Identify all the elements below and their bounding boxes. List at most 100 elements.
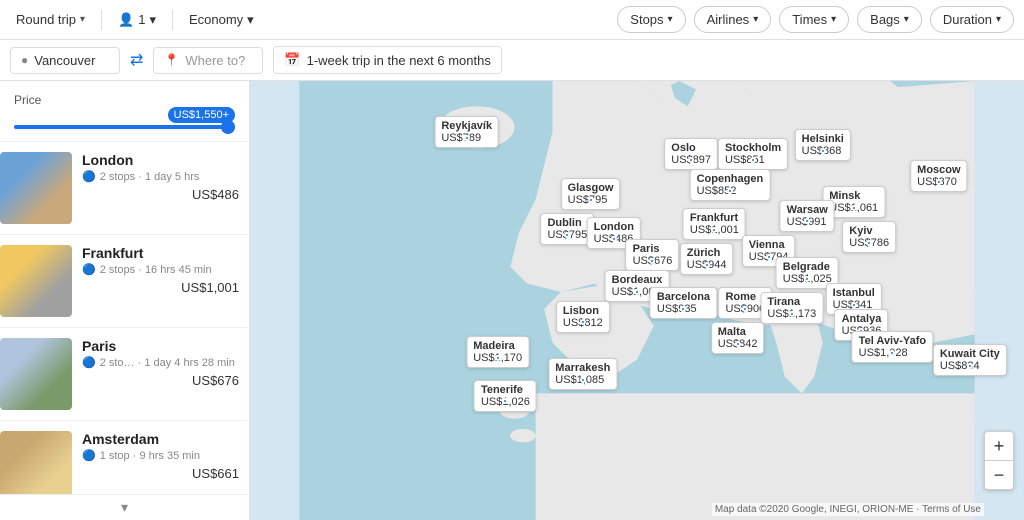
stops-filter-button[interactable]: Stops ▾: [617, 6, 685, 33]
map-label-lisbon[interactable]: Lisbon US$812: [556, 301, 610, 333]
map-label-barcelona[interactable]: Barcelona US$935: [650, 287, 717, 319]
swap-icon[interactable]: ⇄: [130, 50, 143, 70]
map-dot-malta: [735, 341, 741, 347]
map-city-name-bordeaux: Bordeaux: [612, 274, 663, 286]
map-city-name-zurich: Zürich: [687, 247, 727, 259]
map-dot-dublin: [564, 232, 570, 238]
stops-chevron-icon: ▾: [668, 14, 673, 25]
bags-chevron-icon: ▾: [904, 14, 909, 25]
map-dot-belgrade: [804, 276, 810, 282]
map-label-madeira[interactable]: Madeira US$1,170: [466, 336, 529, 368]
map-label-paris[interactable]: Paris US$676: [626, 239, 680, 271]
map-city-name-reykjavik: Reykjavík: [441, 120, 492, 132]
stops-icon-london: 🔵: [82, 170, 96, 183]
zoom-in-button[interactable]: +: [985, 432, 1013, 460]
map-label-glasgow[interactable]: Glasgow US$795: [561, 178, 621, 210]
map-label-frankfurt[interactable]: Frankfurt US$1,001: [683, 208, 746, 240]
date-label: 1-week trip in the next 6 months: [307, 53, 491, 68]
map-label-marrakesh[interactable]: Marrakesh US$1,085: [548, 358, 617, 390]
flight-price-amsterdam: US$661: [82, 466, 239, 481]
map-label-tirana[interactable]: Tirana US$1,173: [760, 292, 823, 324]
map-label-helsinki[interactable]: Helsinki US$868: [795, 129, 851, 161]
map-city-name-malta: Malta: [718, 326, 758, 338]
map-city-name-kuwait-city: Kuwait City: [940, 348, 1000, 360]
map-label-stockholm[interactable]: Stockholm US$851: [718, 138, 788, 170]
stops-icon-frankfurt: 🔵: [82, 263, 96, 276]
origin-input[interactable]: ● Vancouver: [10, 47, 120, 74]
flight-city-paris: Paris: [82, 338, 239, 354]
flight-meta-amsterdam: 🔵 1 stop · 9 hrs 35 min: [82, 449, 239, 462]
left-panel: Price US$1,550+ London 🔵 2 stops · 1 day…: [0, 81, 250, 520]
map-label-copenhagen[interactable]: Copenhagen US$852: [690, 169, 771, 201]
map-dot-barcelona: [680, 306, 686, 312]
trip-type-button[interactable]: Round trip ▾: [10, 8, 91, 31]
map-dot-lisbon: [580, 319, 586, 325]
map-dot-marrakesh: [580, 377, 586, 383]
map-label-malta[interactable]: Malta US$842: [711, 322, 765, 354]
map-dot-kyiv: [866, 240, 872, 246]
origin-value: Vancouver: [34, 53, 95, 68]
airlines-filter-button[interactable]: Airlines ▾: [694, 6, 772, 33]
flight-item-amsterdam[interactable]: Amsterdam 🔵 1 stop · 9 hrs 35 min US$661: [0, 421, 249, 494]
duration-filter-button[interactable]: Duration ▾: [930, 6, 1014, 33]
map-dot-frankfurt: [711, 227, 717, 233]
zoom-controls: + −: [984, 431, 1014, 490]
class-button[interactable]: Economy ▾: [183, 8, 260, 32]
scroll-down-indicator[interactable]: ▾: [0, 494, 249, 520]
zoom-out-button[interactable]: −: [985, 461, 1013, 489]
destination-pin-icon: 📍: [164, 53, 179, 67]
map-city-name-minsk: Minsk: [829, 190, 878, 202]
times-label: Times: [792, 12, 827, 27]
flight-item-paris[interactable]: Paris 🔵 2 sto… · 1 day 4 hrs 28 min US$6…: [0, 328, 249, 421]
slider-thumb[interactable]: [221, 120, 235, 134]
destination-placeholder: Where to?: [185, 53, 245, 68]
map-dot-stockholm: [750, 157, 756, 163]
map-city-name-helsinki: Helsinki: [802, 133, 844, 145]
stops-value-amsterdam: 1 stop · 9 hrs 35 min: [100, 450, 200, 462]
flight-item-frankfurt[interactable]: Frankfurt 🔵 2 stops · 16 hrs 45 min US$1…: [0, 235, 249, 328]
map-dot-tel-aviv-yafo: [889, 350, 895, 356]
map-city-name-copenhagen: Copenhagen: [697, 173, 764, 185]
flight-thumbnail-paris: [0, 338, 72, 410]
map-city-name-belgrade: Belgrade: [783, 261, 832, 273]
map-label-oslo[interactable]: Oslo US$897: [664, 138, 718, 170]
map-city-name-antalya: Antalya: [842, 313, 882, 325]
map-label-warsaw[interactable]: Warsaw US$991: [780, 200, 835, 232]
flight-item-london[interactable]: London 🔵 2 stops · 1 day 5 hrs US$486: [0, 142, 249, 235]
flight-info-amsterdam: Amsterdam 🔵 1 stop · 9 hrs 35 min US$661: [82, 431, 239, 494]
times-chevron-icon: ▾: [831, 14, 836, 25]
passengers-button[interactable]: 👤 1 ▾: [112, 8, 162, 32]
origin-dot-icon: ●: [21, 53, 28, 67]
flight-meta-paris: 🔵 2 sto… · 1 day 4 hrs 28 min: [82, 356, 239, 369]
times-filter-button[interactable]: Times ▾: [779, 6, 849, 33]
map-dot-tirana: [789, 311, 795, 317]
map-city-name-lisbon: Lisbon: [563, 305, 603, 317]
map-dot-glasgow: [588, 197, 594, 203]
price-slider[interactable]: US$1,550+: [14, 125, 235, 129]
trip-type-chevron-icon: ▾: [80, 14, 85, 25]
map-city-name-madeira: Madeira: [473, 340, 522, 352]
search-row: ● Vancouver ⇄ 📍 Where to? 📅 1-week trip …: [0, 40, 1024, 81]
map-label-kyiv[interactable]: Kyiv US$786: [842, 221, 896, 253]
destination-input[interactable]: 📍 Where to?: [153, 47, 263, 74]
map-dot-helsinki: [820, 148, 826, 154]
map-label-zurich[interactable]: Zürich US$944: [680, 243, 734, 275]
bags-filter-button[interactable]: Bags ▾: [857, 6, 922, 33]
date-button[interactable]: 📅 1-week trip in the next 6 months: [273, 46, 501, 74]
flight-list: London 🔵 2 stops · 1 day 5 hrs US$486 Fr…: [0, 142, 249, 494]
trip-type-label: Round trip: [16, 12, 76, 27]
flight-city-frankfurt: Frankfurt: [82, 245, 239, 261]
map-city-name-moscow: Moscow: [917, 164, 960, 176]
map-label-reykjavik[interactable]: Reykjavík US$789: [434, 116, 499, 148]
divider2: [172, 10, 173, 30]
slider-fill: [14, 125, 235, 129]
map-label-kuwait-city[interactable]: Kuwait City US$834: [933, 344, 1007, 376]
map-label-moscow[interactable]: Moscow US$870: [910, 160, 967, 192]
flight-thumbnail-amsterdam: [0, 431, 72, 494]
map-label-tel-aviv-yafo[interactable]: Tel Aviv-Yafo US$1,028: [852, 331, 933, 363]
map-label-tenerife[interactable]: Tenerife US$1,026: [474, 380, 537, 412]
map-city-name-vienna: Vienna: [749, 239, 789, 251]
flight-city-amsterdam: Amsterdam: [82, 431, 239, 447]
duration-chevron-icon: ▾: [996, 14, 1001, 25]
flight-info-london: London 🔵 2 stops · 1 day 5 hrs US$486: [82, 152, 239, 224]
